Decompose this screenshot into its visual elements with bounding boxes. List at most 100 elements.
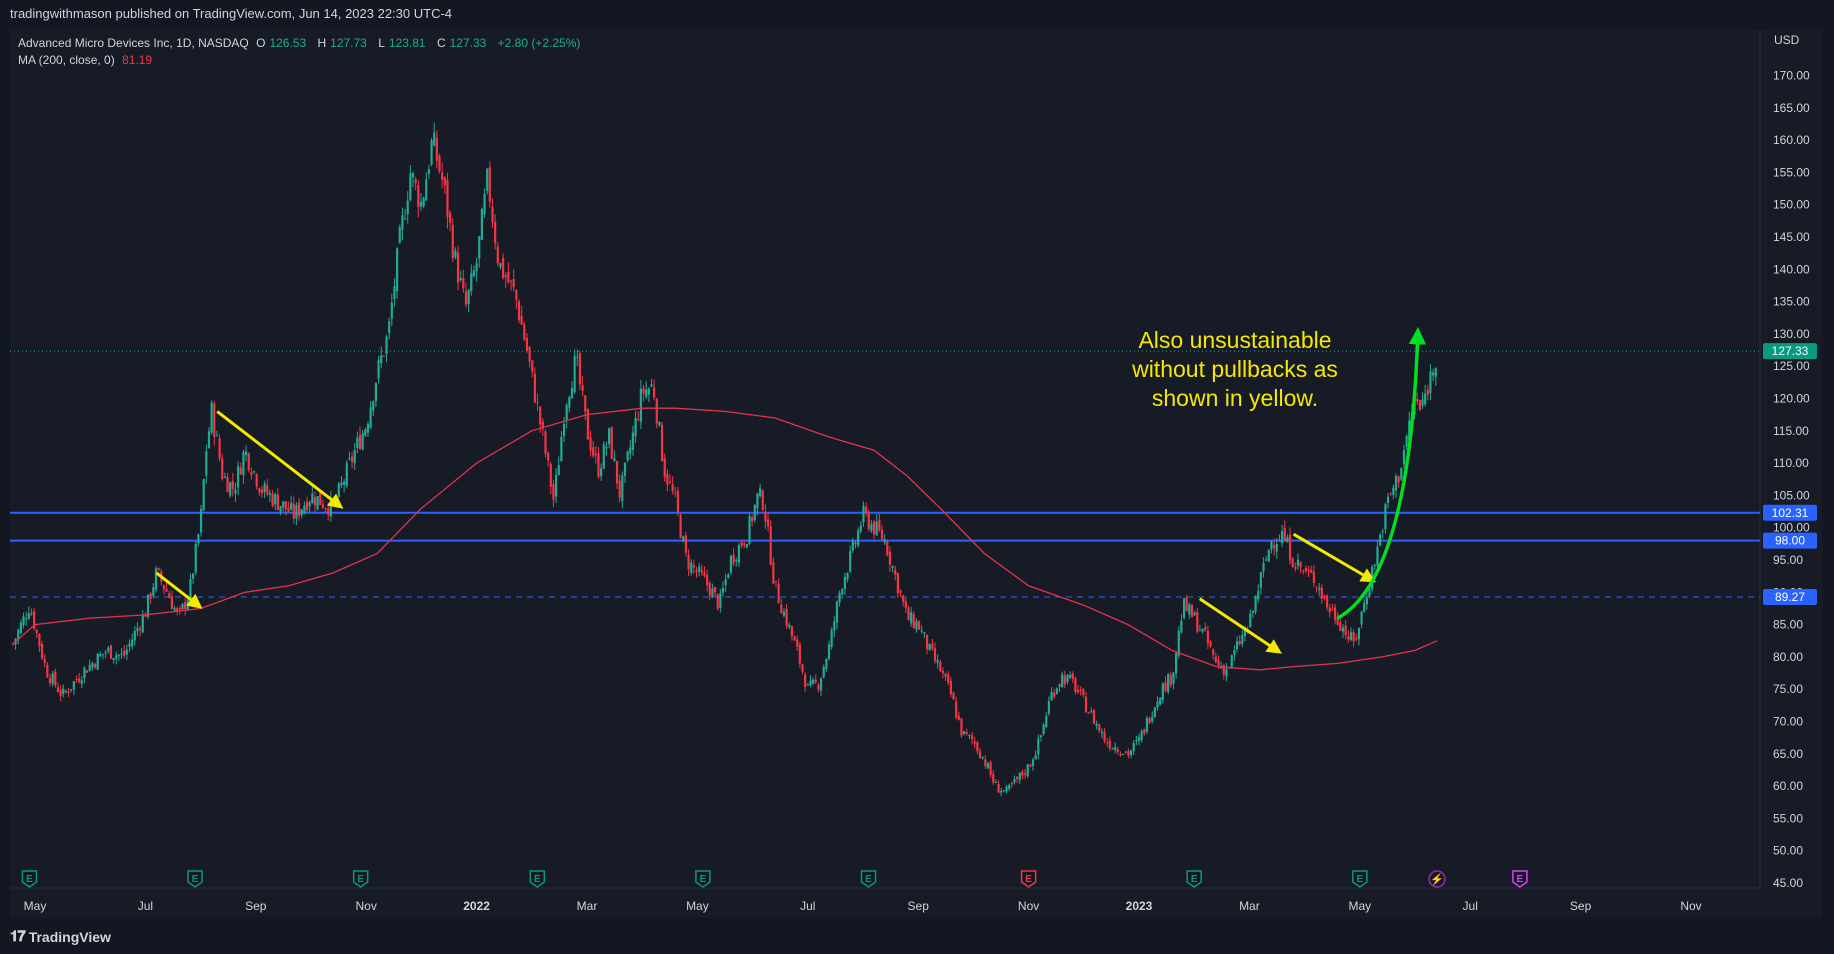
candle-body[interactable]: [1084, 696, 1088, 713]
candle-body[interactable]: [949, 680, 952, 695]
candle-body[interactable]: [576, 356, 579, 358]
candle-body[interactable]: [1159, 697, 1162, 705]
candle-body[interactable]: [1315, 586, 1318, 588]
candle-body[interactable]: [120, 653, 123, 655]
candle-body[interactable]: [939, 661, 942, 672]
candle-body[interactable]: [297, 502, 301, 516]
candle-body[interactable]: [1278, 540, 1281, 542]
candle-body[interactable]: [732, 554, 735, 564]
candle-body[interactable]: [1047, 701, 1051, 714]
candle-body[interactable]: [107, 647, 110, 652]
candle-body[interactable]: [668, 482, 672, 484]
candle-body[interactable]: [1164, 682, 1167, 691]
candle-body[interactable]: [1209, 641, 1212, 647]
candle-body[interactable]: [91, 663, 94, 668]
candle-body[interactable]: [854, 542, 857, 545]
candle-body[interactable]: [925, 634, 929, 650]
candle-body[interactable]: [1294, 567, 1297, 569]
candle-body[interactable]: [549, 464, 552, 487]
candle-body[interactable]: [801, 664, 804, 672]
candle-body[interactable]: [1355, 638, 1358, 640]
candle-body[interactable]: [125, 649, 128, 655]
currency-label[interactable]: USD: [1774, 33, 1799, 47]
candle-body[interactable]: [923, 632, 926, 634]
candle-body[interactable]: [75, 679, 78, 681]
candle-body[interactable]: [1347, 636, 1350, 640]
candle-body[interactable]: [562, 424, 566, 437]
candle-body[interactable]: [1424, 393, 1427, 405]
candle-body[interactable]: [25, 618, 28, 620]
candle-body[interactable]: [380, 355, 383, 364]
candle-body[interactable]: [721, 588, 725, 593]
candle-body[interactable]: [258, 488, 261, 493]
candle-body[interactable]: [366, 424, 370, 433]
candle-body[interactable]: [488, 167, 491, 202]
candle-body[interactable]: [584, 395, 587, 412]
candle-body[interactable]: [1201, 628, 1204, 632]
candle-body[interactable]: [1257, 591, 1260, 600]
candle-body[interactable]: [1079, 689, 1082, 691]
candle-body[interactable]: [327, 508, 330, 515]
candle-body[interactable]: [1129, 750, 1133, 756]
candle-body[interactable]: [223, 476, 226, 478]
candle-body[interactable]: [30, 612, 33, 615]
candle-body[interactable]: [1135, 739, 1138, 742]
candle-body[interactable]: [864, 507, 868, 514]
candle-body[interactable]: [650, 384, 653, 387]
candle-body[interactable]: [152, 587, 155, 596]
candle-body[interactable]: [1214, 656, 1217, 662]
candle-body[interactable]: [1379, 534, 1382, 546]
candle-body[interactable]: [1241, 635, 1244, 645]
candle-body[interactable]: [629, 447, 632, 454]
candle-body[interactable]: [191, 573, 195, 579]
candle-body[interactable]: [525, 338, 529, 352]
candle-body[interactable]: [674, 492, 677, 494]
candle-body[interactable]: [290, 502, 293, 510]
candle-body[interactable]: [430, 140, 433, 165]
candle-body[interactable]: [963, 731, 966, 735]
candle-body[interactable]: [756, 493, 759, 509]
candle-body[interactable]: [189, 579, 192, 600]
candle-body[interactable]: [849, 551, 852, 572]
candle-body[interactable]: [112, 658, 115, 660]
candle-body[interactable]: [578, 353, 582, 385]
candle-body[interactable]: [727, 574, 730, 578]
candle-body[interactable]: [1108, 740, 1111, 749]
candle-body[interactable]: [568, 396, 571, 408]
candle-body[interactable]: [663, 458, 666, 478]
candle-body[interactable]: [446, 180, 449, 218]
candle-body[interactable]: [1230, 655, 1233, 668]
candle-body[interactable]: [56, 686, 60, 692]
candle-body[interactable]: [1087, 712, 1090, 714]
candle-body[interactable]: [615, 460, 619, 484]
candle-body[interactable]: [1326, 595, 1329, 608]
candle-body[interactable]: [1156, 701, 1159, 708]
candle-body[interactable]: [639, 388, 642, 422]
candle-body[interactable]: [1394, 475, 1398, 491]
candle-body[interactable]: [920, 630, 923, 632]
candle-body[interactable]: [814, 679, 817, 683]
candle-body[interactable]: [67, 691, 70, 693]
candle-body[interactable]: [1386, 496, 1390, 504]
candle-body[interactable]: [1357, 627, 1361, 640]
candle-body[interactable]: [819, 678, 823, 691]
candle-body[interactable]: [80, 680, 83, 684]
candle-body[interactable]: [634, 417, 637, 437]
candle-body[interactable]: [1000, 791, 1003, 793]
candle-body[interactable]: [751, 516, 754, 522]
candle-body[interactable]: [1402, 450, 1406, 465]
candle-body[interactable]: [154, 568, 158, 590]
candle-body[interactable]: [1320, 587, 1323, 599]
candle-body[interactable]: [247, 453, 250, 470]
candle-body[interactable]: [592, 447, 595, 456]
candle-body[interactable]: [358, 435, 362, 449]
candle-body[interactable]: [1318, 588, 1321, 590]
candle-body[interactable]: [83, 667, 86, 679]
candle-body[interactable]: [735, 559, 738, 561]
candle-body[interactable]: [1339, 622, 1342, 631]
candle-body[interactable]: [427, 169, 431, 174]
candle-body[interactable]: [1217, 659, 1220, 666]
candle-body[interactable]: [364, 429, 367, 436]
candle-body[interactable]: [35, 629, 38, 633]
candle-body[interactable]: [1132, 742, 1135, 751]
